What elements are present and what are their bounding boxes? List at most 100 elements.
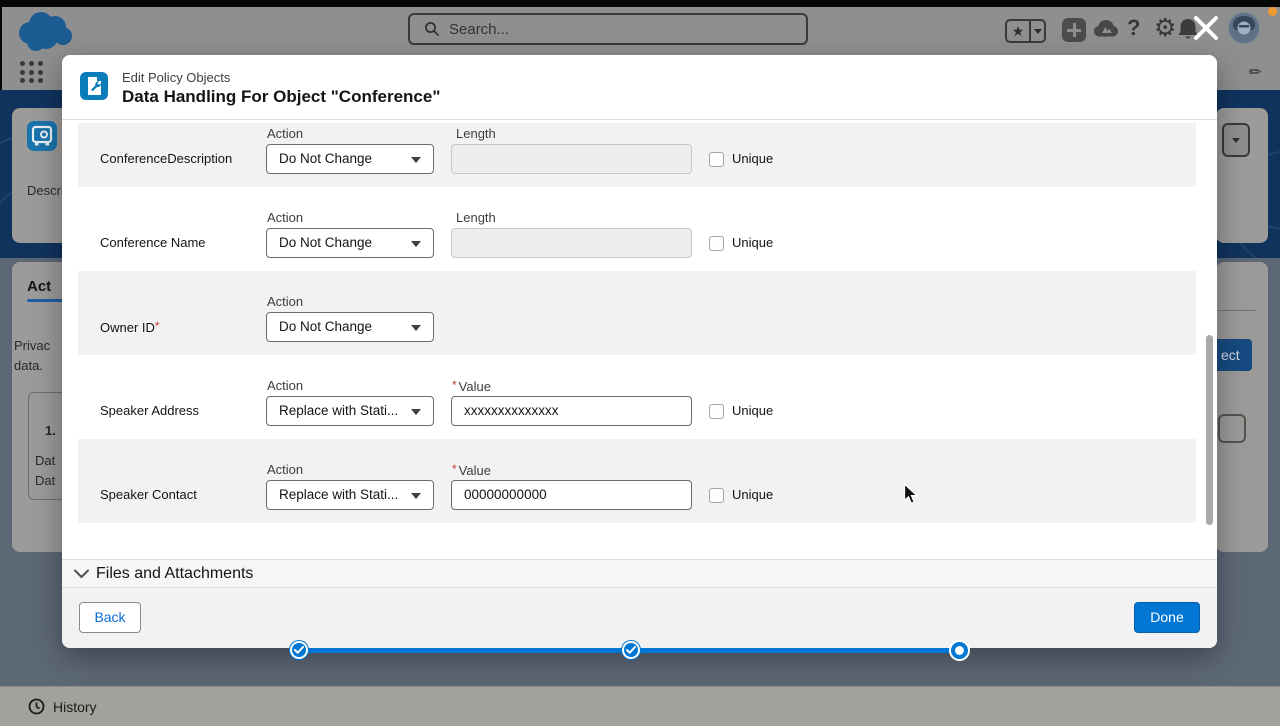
background-small-box — [1218, 414, 1246, 443]
global-actions-button[interactable] — [1062, 18, 1086, 42]
chevron-down-icon — [411, 409, 421, 415]
action-label: Action — [267, 462, 303, 477]
background-divider — [1217, 310, 1256, 311]
utility-bar[interactable]: History — [0, 686, 1280, 726]
step-number: 1. — [45, 423, 56, 438]
background-text: data. — [14, 358, 43, 373]
background-card-right-bottom — [1216, 262, 1268, 552]
length-label: Length — [456, 126, 496, 141]
chevron-down-icon — [74, 569, 89, 579]
tab-underline — [27, 299, 67, 302]
mouse-cursor — [903, 483, 919, 505]
action-label: Action — [267, 126, 303, 141]
length-input[interactable] — [451, 144, 692, 174]
check-icon — [294, 646, 304, 654]
window-top-edge — [0, 0, 1280, 7]
action-select-value: Do Not Change — [279, 151, 372, 166]
length-input[interactable] — [451, 228, 692, 258]
field-name: ConferenceDescription — [100, 151, 232, 166]
files-attachments-section[interactable]: Files and Attachments — [62, 559, 1217, 588]
unique-checkbox[interactable] — [709, 152, 724, 167]
salesforce-logo — [13, 9, 75, 53]
action-select[interactable]: Do Not Change — [266, 144, 434, 174]
chevron-down-icon — [411, 241, 421, 247]
edit-policy-objects-modal: Edit Policy Objects Data Handling For Ob… — [62, 55, 1217, 648]
window-left-edge — [0, 0, 2, 90]
notification-badge — [1268, 7, 1277, 16]
value-label: *Value — [452, 378, 491, 394]
chevron-down-icon — [411, 493, 421, 499]
chevron-down-icon — [411, 157, 421, 163]
policy-document-icon — [80, 72, 108, 100]
search-input[interactable] — [449, 21, 749, 38]
help-icon[interactable]: ? — [1127, 15, 1140, 41]
history-label: History — [53, 699, 97, 715]
field-name: Speaker Contact — [100, 487, 197, 502]
action-label: Action — [267, 378, 303, 393]
section-label: Files and Attachments — [96, 565, 253, 583]
field-row-speaker-contact: Speaker Contact Action Replace with Stat… — [78, 439, 1196, 523]
privacy-safe-icon — [27, 121, 57, 151]
history-clock-icon — [28, 698, 45, 715]
modal-footer: Back Done — [62, 588, 1217, 648]
search-icon — [424, 21, 440, 37]
required-marker: * — [452, 378, 457, 392]
background-tab: Act — [27, 278, 51, 295]
back-button[interactable]: Back — [79, 602, 141, 633]
unique-label: Unique — [732, 235, 773, 250]
action-select[interactable]: Do Not Change — [266, 228, 434, 258]
chevron-down-icon — [411, 325, 421, 331]
background-select-button: ect — [1216, 339, 1252, 371]
close-icon[interactable] — [1190, 12, 1222, 44]
user-avatar[interactable] — [1227, 11, 1261, 45]
app-launcher-icon[interactable] — [20, 61, 47, 87]
unique-label: Unique — [732, 151, 773, 166]
action-select-value: Do Not Change — [279, 319, 372, 334]
unique-checkbox[interactable] — [709, 236, 724, 251]
field-row-conference-description: ConferenceDescription Action Do Not Chan… — [78, 123, 1196, 187]
progress-step-3[interactable] — [951, 642, 968, 659]
action-select[interactable]: Replace with Stati... — [266, 396, 434, 426]
action-label: Action — [267, 294, 303, 309]
value-input[interactable]: xxxxxxxxxxxxxx — [451, 396, 692, 426]
field-row-owner-id: Owner ID* Action Do Not Change — [78, 271, 1196, 355]
background-text: Dat — [35, 453, 55, 468]
check-icon — [626, 646, 636, 654]
unique-checkbox[interactable] — [709, 404, 724, 419]
setup-gear-icon[interactable]: ⚙ — [1154, 13, 1176, 43]
action-select-value: Do Not Change — [279, 235, 372, 250]
action-select[interactable]: Do Not Change — [266, 312, 434, 342]
global-search[interactable] — [408, 13, 808, 45]
unique-label: Unique — [732, 487, 773, 502]
action-select[interactable]: Replace with Stati... — [266, 480, 434, 510]
required-marker: * — [452, 462, 457, 476]
modal-title: Data Handling For Object "Conference" — [122, 87, 440, 107]
unique-checkbox[interactable] — [709, 488, 724, 503]
modal-header: Edit Policy Objects Data Handling For Ob… — [62, 55, 1217, 120]
action-select-value: Replace with Stati... — [279, 487, 398, 502]
length-label: Length — [456, 210, 496, 225]
background-text: Privac — [14, 338, 50, 353]
action-select-value: Replace with Stati... — [279, 403, 398, 418]
value-input[interactable]: 00000000000 — [451, 480, 692, 510]
required-marker: * — [155, 319, 160, 333]
progress-step-1[interactable] — [290, 641, 308, 659]
field-name: Owner ID* — [100, 319, 162, 335]
value-label: *Value — [452, 462, 491, 478]
field-row-speaker-address: Speaker Address Action Replace with Stat… — [78, 355, 1196, 439]
background-dropdown-button — [1222, 123, 1250, 157]
chevron-down-icon[interactable] — [1031, 21, 1044, 41]
background-text: Descri — [27, 183, 64, 198]
star-icon: ★ — [1007, 21, 1031, 41]
modal-scrollbar[interactable] — [1206, 335, 1213, 525]
guidance-center-icon[interactable] — [1093, 17, 1119, 43]
action-label: Action — [267, 210, 303, 225]
favorites-button[interactable]: ★ — [1005, 19, 1046, 43]
field-name: Speaker Address — [100, 403, 199, 418]
edit-pencil-icon[interactable]: ✏︎ — [1249, 63, 1262, 81]
field-name: Conference Name — [100, 235, 206, 250]
unique-label: Unique — [732, 403, 773, 418]
field-row-conference-name: Conference Name Action Do Not Change Len… — [78, 187, 1196, 271]
done-button[interactable]: Done — [1134, 602, 1200, 633]
progress-step-2[interactable] — [622, 641, 640, 659]
